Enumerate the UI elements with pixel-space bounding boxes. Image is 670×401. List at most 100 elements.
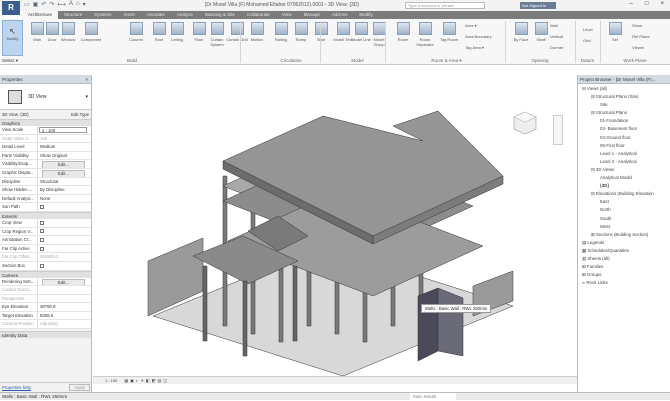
building-model[interactable]: [93, 66, 577, 377]
tab-massing-site[interactable]: Massing & Site: [199, 11, 241, 19]
property-value[interactable]: 38780.8: [38, 303, 91, 311]
browser-item[interactable]: Level 1 - Analytical: [578, 150, 670, 158]
browser-item[interactable]: ⊟ Views (all): [578, 85, 670, 93]
tab-modify[interactable]: Modify: [353, 11, 378, 19]
browser-item[interactable]: Analytical Model: [578, 174, 670, 182]
browser-item[interactable]: ▤ Legends: [578, 239, 670, 247]
column[interactable]: [202, 265, 208, 342]
tab-structure[interactable]: Structure: [58, 11, 88, 19]
room-separator-button[interactable]: Room Separator: [414, 22, 436, 47]
model-group-button[interactable]: Model Group: [368, 22, 390, 47]
browser-item[interactable]: North: [578, 206, 670, 214]
tab-systems[interactable]: Systems: [88, 11, 117, 19]
browser-item[interactable]: 05-First floor: [578, 142, 670, 150]
instance-selector[interactable]: 3D View: {3D}: [2, 110, 29, 119]
viewer-button[interactable]: Viewer: [632, 45, 644, 50]
set-button[interactable]: Set: [604, 22, 626, 42]
property-value[interactable]: By Discipline: [38, 186, 91, 194]
properties-help-link[interactable]: Properties help: [2, 385, 31, 390]
modify-button[interactable]: ↖ Modify: [2, 20, 23, 56]
opening-vertical-button[interactable]: Vertical: [550, 34, 563, 39]
column[interactable]: [292, 265, 298, 342]
property-value[interactable]: 1 : 100: [39, 127, 87, 133]
tab-insert[interactable]: Insert: [118, 11, 141, 19]
tab-annotate[interactable]: Annotate: [141, 11, 171, 19]
browser-item[interactable]: ⊞ Groups: [578, 271, 670, 279]
property-value[interactable]: None: [38, 195, 91, 203]
close-icon[interactable]: ×: [660, 1, 664, 7]
edit-button[interactable]: Edit...: [42, 161, 85, 168]
opening-wall-button[interactable]: Wall: [550, 23, 558, 28]
tag-area-button[interactable]: Tag Area ▾: [465, 45, 484, 50]
view-controls-icons[interactable]: ▦▣◐☀◧◩▤◫: [124, 378, 169, 383]
opening-dormer-button[interactable]: Dormer: [550, 45, 563, 50]
tag-room-button[interactable]: Tag Room: [438, 22, 460, 42]
save-icon[interactable]: ▣: [33, 1, 39, 8]
curtain-grid-button[interactable]: Curtain Grid: [226, 22, 248, 42]
checkbox[interactable]: [40, 263, 44, 268]
browser-item[interactable]: 01-Foundation: [578, 117, 670, 125]
view-scale[interactable]: 1 : 100: [105, 378, 117, 383]
browser-item[interactable]: ∞ Revit Links: [578, 279, 670, 287]
maximize-icon[interactable]: □: [645, 1, 649, 7]
room-button[interactable]: Room: [392, 22, 414, 42]
tab-collaborate[interactable]: Collaborate: [241, 11, 276, 19]
curtain-system-button[interactable]: Curtain System: [206, 22, 228, 47]
browser-item[interactable]: East: [578, 198, 670, 206]
railing-button[interactable]: Railing: [270, 22, 292, 42]
column-button[interactable]: Column: [125, 22, 147, 42]
redo-icon[interactable]: ↷: [49, 1, 54, 8]
browser-item[interactable]: ▥ Sheets (all): [578, 255, 670, 263]
browser-item[interactable]: 02- Basement floor: [578, 125, 670, 133]
property-value[interactable]: 8308.6: [38, 312, 91, 320]
sign-in-button[interactable]: Not Signed In: [520, 2, 556, 9]
browser-item[interactable]: 04-Ground floor: [578, 134, 670, 142]
property-value[interactable]: Show Original: [38, 152, 91, 160]
edit-button[interactable]: Edit...: [42, 278, 85, 286]
area-button[interactable]: Area ▾: [465, 23, 477, 28]
tab-architecture[interactable]: Architecture: [22, 11, 59, 19]
viewcube[interactable]: [512, 110, 538, 136]
3d-viewport[interactable]: [93, 66, 577, 377]
by-face-button[interactable]: By Face: [510, 22, 532, 42]
minimize-icon[interactable]: –: [630, 1, 633, 7]
shaft-button[interactable]: Shaft: [530, 22, 552, 42]
checkbox[interactable]: [40, 246, 44, 251]
property-value[interactable]: Medium: [38, 143, 91, 151]
browser-item[interactable]: ⊟ 3D Views: [578, 166, 670, 174]
ramp-button[interactable]: Ramp: [290, 22, 312, 42]
window-button[interactable]: Window: [57, 22, 79, 42]
section-extents[interactable]: Extents: [0, 211, 91, 219]
checkbox[interactable]: [40, 229, 44, 234]
measure-icon[interactable]: ⟷: [57, 1, 66, 8]
grid-button[interactable]: Grid: [583, 38, 591, 43]
edit-type-button[interactable]: Edit Type: [71, 110, 89, 119]
selected-wall[interactable]: [417, 287, 439, 362]
close-icon[interactable]: ×: [85, 75, 88, 84]
checkbox[interactable]: [40, 205, 44, 210]
browser-item[interactable]: ⊟ Elevations (Building Elevation: [578, 190, 670, 198]
apply-button[interactable]: Apply: [69, 384, 90, 391]
browser-item[interactable]: ⊞ Sections (Building Section): [578, 231, 670, 239]
ceiling-button[interactable]: Ceiling: [166, 22, 188, 42]
browser-item[interactable]: Level 2 - Analytical: [578, 158, 670, 166]
browser-item[interactable]: ▦ Schedules/Quantities: [578, 247, 670, 255]
checkbox[interactable]: [40, 237, 44, 242]
application-menu-button[interactable]: R: [2, 1, 20, 15]
property-value[interactable]: Structural: [38, 178, 91, 186]
browser-item[interactable]: ⊟ Structural Plans: [578, 109, 670, 117]
browser-item[interactable]: Site: [578, 101, 670, 109]
browser-item[interactable]: West: [578, 223, 670, 231]
show-button[interactable]: Show: [632, 23, 642, 28]
column[interactable]: [242, 280, 248, 357]
tab-view[interactable]: View: [276, 11, 298, 19]
text-icon[interactable]: A: [69, 1, 73, 8]
select-dropdown[interactable]: Select ▾: [0, 57, 20, 65]
browser-item[interactable]: South: [578, 215, 670, 223]
type-selector[interactable]: 3D View ▾: [0, 84, 91, 110]
tab-analyze[interactable]: Analyze: [171, 11, 199, 19]
section-identity-data[interactable]: Identity Data: [0, 331, 91, 339]
level-button[interactable]: Level: [583, 27, 593, 32]
undo-icon[interactable]: ↶: [41, 1, 46, 8]
dropdown-icon[interactable]: ▾: [83, 1, 86, 8]
